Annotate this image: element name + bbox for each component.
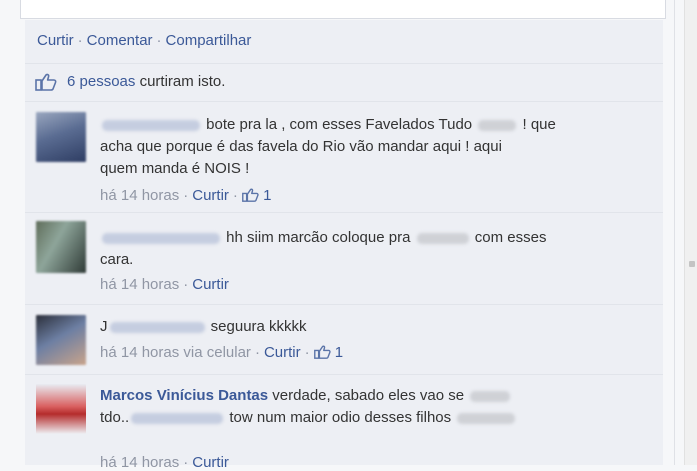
redacted-author-name[interactable] — [102, 232, 220, 244]
likes-text: 6 pessoas curtiram isto. — [67, 73, 225, 90]
feed-border — [674, 0, 675, 465]
comment-text: verdade, sabado eles vao se — [272, 387, 465, 404]
redacted-word — [478, 119, 517, 131]
comment-like-count[interactable]: 1 — [263, 187, 271, 204]
comment-body: hh siim marcão coloque pra com esses car… — [100, 227, 620, 271]
comment-meta: há 14 horas via celular · Curtir · 1 — [100, 344, 344, 363]
share-link[interactable]: Compartilhar — [166, 32, 252, 49]
separator-dot: · — [156, 32, 162, 49]
comment-like-link[interactable]: Curtir — [192, 454, 229, 471]
avatar[interactable] — [36, 221, 86, 273]
comment-link[interactable]: Comentar — [87, 32, 153, 49]
timestamp[interactable]: há 14 horas — [100, 454, 179, 471]
likes-summary: 6 pessoas curtiram isto. — [25, 63, 663, 102]
comment-text: bote pra la , com esses Favelados Tudo — [206, 116, 473, 133]
comment-body: bote pra la , com esses Favelados Tudo !… — [100, 114, 620, 180]
comment-item: hh siim marcão coloque pra com esses car… — [25, 212, 663, 305]
timestamp[interactable]: há 14 horas — [100, 187, 179, 204]
likes-count-link[interactable]: 6 pessoas — [67, 73, 135, 90]
redacted-mention[interactable] — [131, 412, 224, 424]
timestamp[interactable]: há 14 horas via celular — [100, 344, 251, 361]
comment-text: cara. — [100, 251, 134, 268]
thumbs-up-icon[interactable] — [241, 188, 259, 206]
comment-meta: há 14 horas · Curtir — [100, 276, 229, 293]
post-feedback-panel: Curtir · Comentar · Compartilhar 6 pessoas c… — [25, 20, 663, 471]
comment-meta: há 14 horas · Curtir · 1 — [100, 187, 272, 206]
comment-text: com esses — [474, 229, 547, 246]
comment-text: acha que porque é das favela do Rio vão … — [100, 138, 502, 155]
scrollbar-handle[interactable] — [689, 261, 695, 267]
comment-body: Marcos Vinícius Dantas verdade, sabado e… — [100, 385, 620, 429]
thumbs-up-icon[interactable] — [313, 345, 331, 363]
comment-like-link[interactable]: Curtir — [192, 276, 229, 293]
redacted-author-name[interactable] — [102, 119, 200, 131]
comment-author-link[interactable]: Marcos Vinícius Dantas — [100, 387, 268, 404]
thumbs-up-icon — [35, 73, 57, 95]
comment-like-link[interactable]: Curtir — [264, 344, 301, 361]
like-link[interactable]: Curtir — [37, 32, 74, 49]
separator-dot: · — [77, 32, 83, 49]
comment-text: tow num maior odio desses filhos — [229, 409, 452, 426]
comment-text: seguura kkkkk — [210, 318, 307, 335]
comment-item: bote pra la , com esses Favelados Tudo !… — [25, 102, 663, 213]
likes-suffix: curtiram isto. — [139, 73, 226, 90]
comment-text: J — [100, 318, 108, 335]
comment-like-count[interactable]: 1 — [335, 344, 343, 361]
comment-text: tdo.. — [100, 409, 130, 426]
comment-meta: há 14 horas · Curtir — [100, 454, 229, 471]
previous-post-card — [20, 0, 666, 19]
comment-text: hh siim marcão coloque pra — [226, 229, 411, 246]
comment-body: J seguura kkkkk — [100, 316, 620, 338]
timestamp[interactable]: há 14 horas — [100, 276, 179, 293]
comment-item: J seguura kkkkk há 14 horas via celular ·… — [25, 304, 663, 375]
comment-text: quem manda é NOIS ! — [100, 160, 250, 177]
redacted-word — [470, 390, 511, 402]
redacted-author-name[interactable] — [109, 321, 205, 333]
comment-text: ! que — [522, 116, 556, 133]
avatar[interactable] — [36, 315, 86, 365]
scrollbar-track[interactable] — [684, 0, 697, 465]
comment-item: Marcos Vinícius Dantas verdade, sabado e… — [25, 374, 663, 471]
avatar[interactable] — [36, 384, 86, 434]
comment-like-link[interactable]: Curtir — [192, 187, 229, 204]
avatar[interactable] — [36, 112, 86, 162]
post-actions: Curtir · Comentar · Compartilhar — [37, 32, 251, 49]
redacted-word — [416, 232, 469, 244]
redacted-word — [457, 412, 516, 424]
